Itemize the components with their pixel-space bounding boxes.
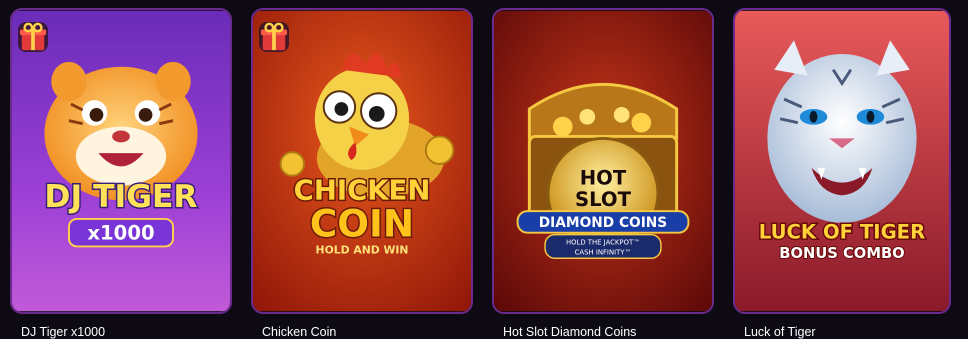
luck-of-tiger-artwork: LUCK OF TIGER BONUS COMBO — [735, 10, 949, 312]
game-card-luck-of-tiger[interactable]: LUCK OF TIGER BONUS COMBO — [733, 8, 951, 314]
game-title-luck-of-tiger[interactable]: Luck of Tiger — [744, 325, 816, 339]
luck-of-tiger-art-title: LUCK OF TIGER — [759, 221, 925, 244]
game-card-hot-slot-diamond-coins[interactable]: HOT SLOT DIAMOND COINS HOLD THE JACKPOT™… — [492, 8, 714, 314]
dj-tiger-art-title: DJ TIGER — [44, 179, 197, 215]
game-title-chicken-coin[interactable]: Chicken Coin — [262, 325, 336, 339]
hot-slot-art-title-2: SLOT — [575, 188, 632, 211]
game-title-dj-tiger[interactable]: DJ Tiger x1000 — [21, 325, 105, 339]
chicken-coin-art-badge: HOLD AND WIN — [316, 243, 409, 256]
game-card-chicken-coin[interactable]: CHICKEN COIN HOLD AND WIN — [251, 8, 473, 314]
hot-slot-art-subtitle: DIAMOND COINS — [539, 215, 667, 231]
gift-box-icon[interactable] — [259, 22, 289, 52]
gift-box-icon[interactable] — [18, 22, 48, 52]
hot-slot-art-tagline-1: HOLD THE JACKPOT™ — [566, 238, 640, 246]
game-card-dj-tiger[interactable]: DJ TIGER x1000 — [10, 8, 232, 314]
dj-tiger-artwork: DJ TIGER x1000 — [12, 10, 230, 312]
hot-slot-art-tagline-2: CASH INFINITY™ — [575, 248, 632, 256]
hot-slot-artwork: HOT SLOT DIAMOND COINS HOLD THE JACKPOT™… — [494, 10, 712, 312]
game-title-hot-slot-diamond-coins[interactable]: Hot Slot Diamond Coins — [503, 325, 636, 339]
chicken-coin-art-title-2: COIN — [310, 202, 414, 246]
chicken-coin-artwork: CHICKEN COIN HOLD AND WIN — [253, 10, 471, 312]
luck-of-tiger-art-subtitle: BONUS COMBO — [779, 245, 904, 262]
dj-tiger-art-badge: x1000 — [87, 222, 154, 245]
hot-slot-art-title: HOT — [580, 167, 627, 190]
